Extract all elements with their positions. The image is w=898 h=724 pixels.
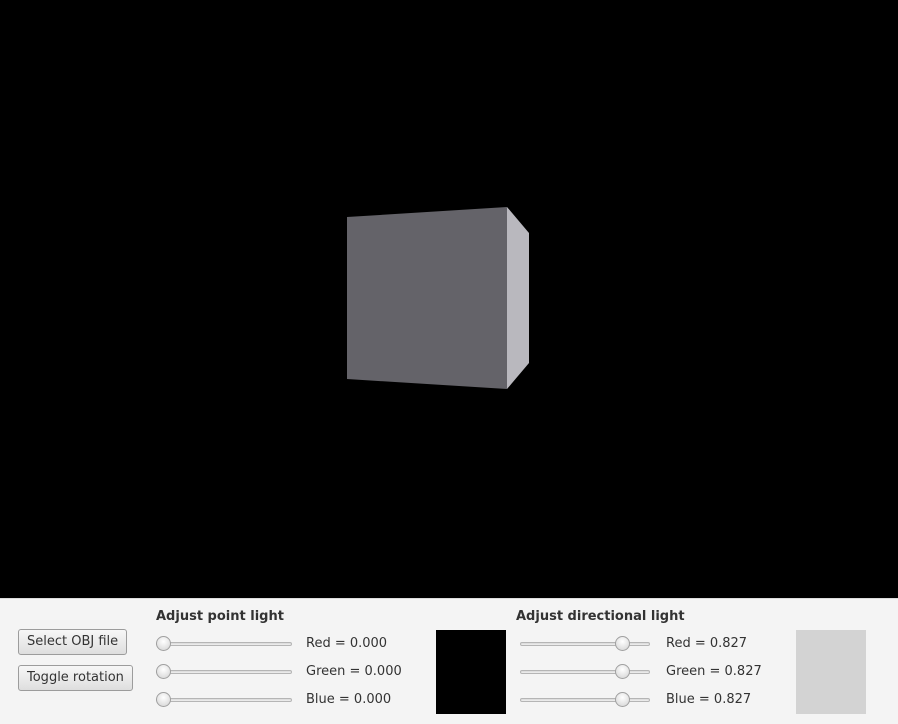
point-light-blue-label: Blue = 0.000 — [306, 692, 392, 707]
point-light-title: Adjust point light — [156, 609, 284, 624]
point-light-green-label: Green = 0.000 — [306, 664, 402, 679]
slider-thumb[interactable] — [615, 692, 630, 707]
slider-thumb[interactable] — [615, 664, 630, 679]
toggle-rotation-button[interactable]: Toggle rotation — [18, 665, 133, 691]
directional-light-color-swatch — [796, 630, 866, 714]
directional-light-red-label: Red = 0.827 — [666, 636, 748, 651]
point-light-color-swatch — [436, 630, 506, 714]
slider-thumb[interactable] — [156, 692, 171, 707]
slider-thumb[interactable] — [615, 636, 630, 651]
slider-track — [156, 698, 292, 702]
directional-light-green-slider[interactable] — [520, 664, 650, 679]
directional-light-green-label: Green = 0.827 — [666, 664, 762, 679]
cube-front-face — [347, 207, 507, 389]
slider-thumb[interactable] — [156, 664, 171, 679]
directional-light-title: Adjust directional light — [516, 609, 685, 624]
control-panel: Select OBJ file Toggle rotation Adjust p… — [0, 598, 898, 724]
slider-track — [520, 670, 650, 674]
slider-track — [520, 642, 650, 646]
slider-track — [156, 642, 292, 646]
slider-track — [156, 670, 292, 674]
3d-viewport[interactable] — [0, 0, 898, 598]
scene-canvas — [347, 207, 529, 389]
directional-light-red-slider[interactable] — [520, 636, 650, 651]
select-obj-file-button[interactable]: Select OBJ file — [18, 629, 128, 655]
slider-thumb[interactable] — [156, 636, 171, 651]
point-light-blue-slider[interactable] — [156, 692, 292, 707]
cube-side-face — [507, 207, 529, 389]
point-light-green-slider[interactable] — [156, 664, 292, 679]
directional-light-blue-label: Blue = 0.827 — [666, 692, 752, 707]
point-light-red-label: Red = 0.000 — [306, 636, 388, 651]
directional-light-blue-slider[interactable] — [520, 692, 650, 707]
point-light-red-slider[interactable] — [156, 636, 292, 651]
slider-track — [520, 698, 650, 702]
